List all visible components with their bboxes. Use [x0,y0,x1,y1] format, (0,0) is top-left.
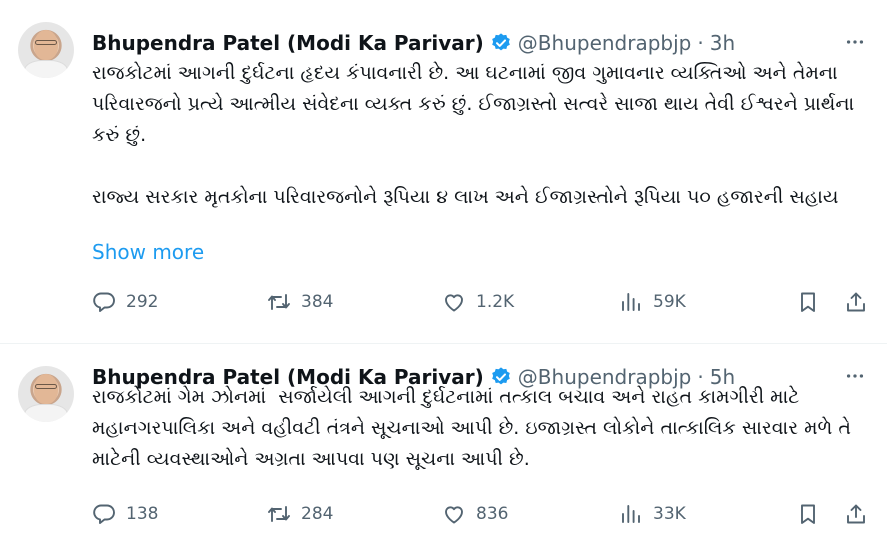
reply-icon [93,292,115,312]
like-button[interactable]: 1.2K [442,288,514,316]
tweet-card[interactable]: Bhupendra Patel (Modi Ka Parivar) @Bhupe… [0,0,887,344]
retweet-count: 384 [301,292,334,312]
author-name[interactable]: Bhupendra Patel (Modi Ka Parivar) [92,31,484,55]
share-icon [847,292,865,312]
bookmark-icon [801,504,815,524]
retweet-icon [268,506,290,522]
avatar-face-shape [34,374,58,404]
bookmark-icon [801,292,815,312]
views-button[interactable]: 33K [619,500,686,528]
bookmark-button[interactable] [796,288,820,316]
views-chart-icon [622,293,640,311]
avatar-glasses-shape [35,384,57,389]
header-separator: · [697,31,704,55]
avatar-shirt-shape [24,60,68,78]
heart-icon [445,506,463,524]
views-count: 59K [653,292,686,312]
tweet-text: રાજકોટમાં ગેમ ઝોનમાં સર્જાયેલી આગની દુર્… [92,386,857,470]
like-count: 836 [476,504,509,524]
author-avatar[interactable] [18,366,74,422]
reply-button[interactable]: 292 [92,288,158,316]
like-button[interactable]: 836 [442,500,508,528]
bookmark-button[interactable] [796,500,820,528]
avatar-shirt-shape [24,404,68,422]
views-count: 33K [653,504,686,524]
avatar-glasses-shape [35,40,57,45]
more-options-icon[interactable] [843,30,867,54]
reply-button[interactable]: 138 [92,500,158,528]
tweet-timestamp[interactable]: 3h [710,31,735,55]
like-count: 1.2K [476,292,515,312]
retweet-count: 284 [301,504,334,524]
tweet-text: રાજકોટમાં આગની દુર્ઘટના હૃદય કંપાવનારી છ… [92,62,855,208]
retweet-button[interactable]: 384 [267,288,333,316]
views-chart-icon [622,505,640,523]
retweet-icon [268,294,290,310]
show-more-link[interactable]: Show more [92,240,204,264]
retweet-button[interactable]: 284 [267,500,333,528]
tweet-header: Bhupendra Patel (Modi Ka Parivar) @Bhupe… [92,30,735,56]
views-button[interactable]: 59K [619,288,686,316]
tweet-card[interactable]: Bhupendra Patel (Modi Ka Parivar) @Bhupe… [0,344,887,545]
author-avatar[interactable] [18,22,74,78]
verified-badge-icon [491,33,510,51]
heart-icon [445,294,463,312]
tweet-actions: 138 284 836 33K [92,500,872,528]
share-icon [847,504,865,524]
reply-icon [93,504,115,524]
reply-count: 138 [126,504,159,524]
author-handle[interactable]: @Bhupendrapbjp [518,31,692,55]
reply-count: 292 [126,292,159,312]
avatar-face-shape [34,30,58,60]
share-button[interactable] [844,500,868,528]
share-button[interactable] [844,288,868,316]
tweet-actions: 292 384 1.2K 59K [92,288,872,316]
